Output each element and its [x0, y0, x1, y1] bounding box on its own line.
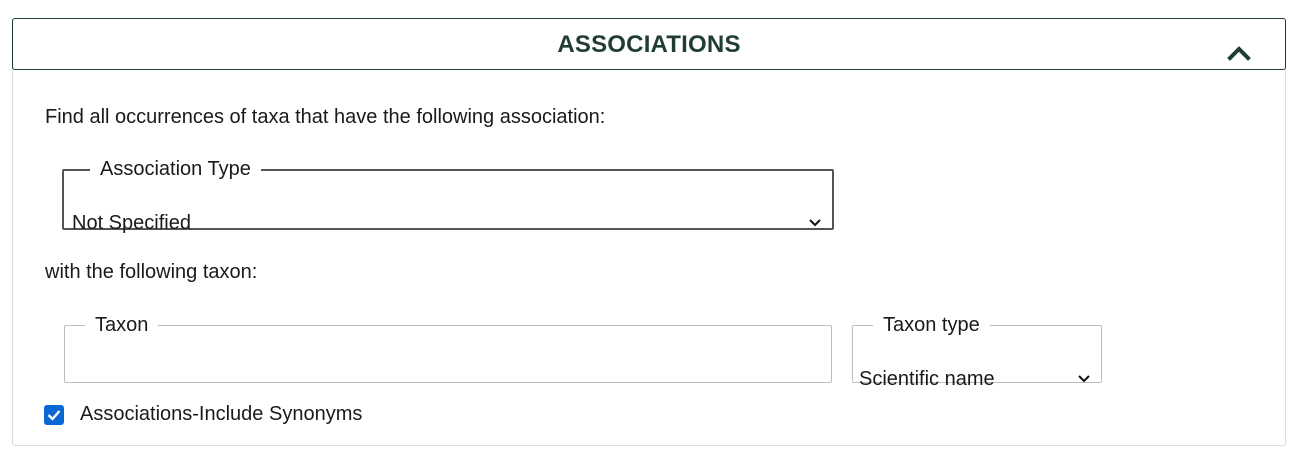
association-type-fieldset: Association Type Not Specified	[62, 158, 834, 234]
chevron-down-icon	[1078, 375, 1090, 383]
association-type-legend: Association Type	[100, 158, 251, 180]
taxon-type-fieldset: Taxon type Scientific name	[852, 314, 1102, 390]
taxon-type-value: Scientific name	[859, 367, 995, 390]
taxon-fieldset: Taxon	[64, 314, 832, 395]
association-type-select[interactable]: Not Specified	[72, 208, 822, 238]
taxon-type-legend: Taxon type	[883, 314, 980, 336]
taxon-input[interactable]	[71, 365, 825, 395]
association-type-value: Not Specified	[72, 211, 191, 234]
include-synonyms-checkbox[interactable]	[44, 404, 64, 425]
associations-header[interactable]: ASSOCIATIONS	[12, 18, 1286, 70]
taxon-legend: Taxon	[95, 314, 149, 336]
chevron-up-icon[interactable]	[1227, 43, 1251, 61]
chevron-down-icon	[809, 219, 821, 227]
with-taxon-text: with the following taxon:	[45, 261, 258, 283]
taxon-type-select[interactable]: Scientific name	[859, 364, 1091, 394]
include-synonyms-row: Associations-Include Synonyms	[44, 403, 362, 426]
checkmark-icon	[47, 409, 61, 421]
panel-title: ASSOCIATIONS	[557, 31, 741, 58]
intro-text: Find all occurrences of taxa that have t…	[45, 106, 606, 128]
include-synonyms-label: Associations-Include Synonyms	[80, 403, 363, 425]
